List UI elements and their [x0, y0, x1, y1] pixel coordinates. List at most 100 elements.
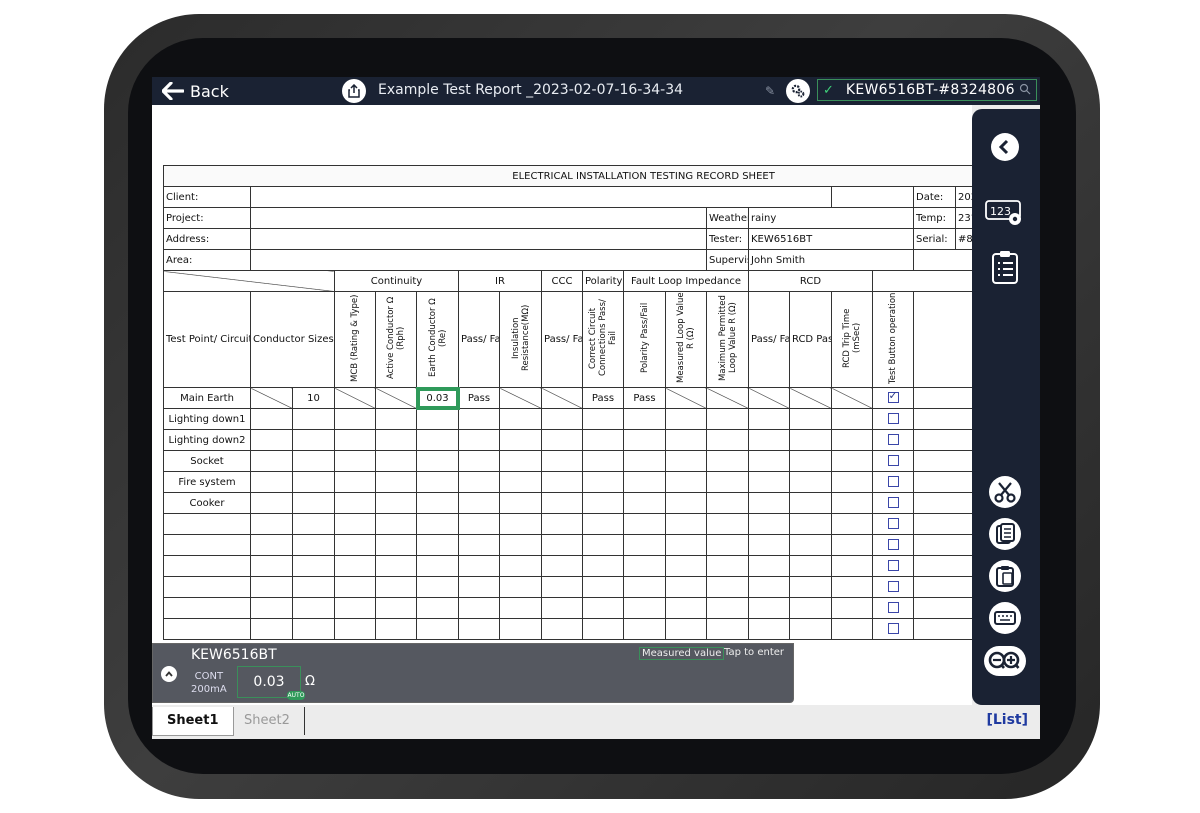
earth-conductor-cell[interactable]	[416, 471, 459, 493]
mcb-cell[interactable]	[334, 471, 376, 493]
earth-size-cell[interactable]	[292, 597, 335, 619]
test-button-checkbox[interactable]	[887, 455, 899, 467]
cont-pass-fail-cell[interactable]	[458, 471, 500, 493]
rcd-trip-time-cell[interactable]	[831, 471, 873, 493]
ccc-cell[interactable]: Pass	[582, 387, 624, 409]
rcd-trip-time-cell[interactable]	[831, 387, 873, 409]
rcd-pass-fail-cell[interactable]	[789, 408, 832, 430]
test-point-cell[interactable]: Fire system	[163, 471, 251, 493]
max-loop-cell[interactable]	[706, 408, 749, 430]
polarity-cell[interactable]	[623, 618, 666, 640]
insulation-cell[interactable]	[499, 513, 542, 535]
earth-size-cell[interactable]	[292, 429, 335, 451]
rcd-trip-time-cell[interactable]	[831, 429, 873, 451]
active-size-cell[interactable]	[250, 387, 293, 409]
test-button-cell[interactable]	[872, 576, 914, 598]
ccc-cell[interactable]	[582, 429, 624, 451]
test-button-cell[interactable]	[872, 555, 914, 577]
earth-size-cell[interactable]	[292, 534, 335, 556]
polarity-cell[interactable]	[623, 555, 666, 577]
measured-loop-cell[interactable]	[665, 387, 707, 409]
test-button-checkbox[interactable]	[887, 518, 899, 530]
loop-pass-fail-cell[interactable]	[748, 408, 790, 430]
test-button-checkbox[interactable]	[887, 497, 899, 509]
paste-button[interactable]	[982, 557, 1028, 595]
measured-loop-cell[interactable]	[665, 471, 707, 493]
edit-pencil-icon[interactable]: ✎	[765, 84, 775, 98]
keyboard-button[interactable]	[982, 599, 1028, 637]
tab-sheet1[interactable]: Sheet1	[152, 707, 234, 736]
active-conductor-cell[interactable]	[375, 597, 417, 619]
tab-sheet2[interactable]: Sheet2	[230, 707, 305, 735]
loop-pass-fail-cell[interactable]	[748, 387, 790, 409]
test-point-cell[interactable]	[163, 534, 251, 556]
list-link[interactable]: [List]	[986, 712, 1028, 728]
device-connection[interactable]: ✓ KEW6516BT-#8324806	[817, 79, 1037, 101]
loop-pass-fail-cell[interactable]	[748, 450, 790, 472]
active-size-cell[interactable]	[250, 429, 293, 451]
active-size-cell[interactable]	[250, 555, 293, 577]
test-button-cell[interactable]	[872, 471, 914, 493]
tap-to-enter-label[interactable]: Tap to enter	[724, 647, 784, 658]
earth-conductor-cell[interactable]	[416, 492, 459, 514]
insulation-cell[interactable]	[499, 534, 542, 556]
active-conductor-cell[interactable]	[375, 471, 417, 493]
meter-panel[interactable]: KEW6516BT CONT 200mA 0.03 Ω AUTO Measure…	[152, 643, 794, 703]
loop-pass-fail-cell[interactable]	[748, 471, 790, 493]
ccc-cell[interactable]	[582, 534, 624, 556]
ccc-cell[interactable]	[582, 597, 624, 619]
active-size-cell[interactable]	[250, 618, 293, 640]
back-button[interactable]: Back	[162, 79, 229, 103]
checklist-button[interactable]	[982, 247, 1028, 287]
mcb-cell[interactable]	[334, 429, 376, 451]
insulation-cell[interactable]	[499, 555, 542, 577]
test-point-cell[interactable]: Main Earth	[163, 387, 251, 409]
active-conductor-cell[interactable]	[375, 492, 417, 514]
rcd-trip-time-cell[interactable]	[831, 513, 873, 535]
rcd-trip-time-cell[interactable]	[831, 408, 873, 430]
empty-info-cell[interactable]	[831, 186, 914, 208]
ir-pass-fail-cell[interactable]	[541, 387, 583, 409]
mcb-cell[interactable]	[334, 597, 376, 619]
cont-pass-fail-cell[interactable]	[458, 534, 500, 556]
insulation-cell[interactable]	[499, 492, 542, 514]
max-loop-cell[interactable]	[706, 576, 749, 598]
loop-pass-fail-cell[interactable]	[748, 492, 790, 514]
search-icon[interactable]	[1019, 83, 1031, 95]
polarity-cell[interactable]	[623, 534, 666, 556]
ir-pass-fail-cell[interactable]	[541, 429, 583, 451]
cont-pass-fail-cell[interactable]	[458, 618, 500, 640]
loop-pass-fail-cell[interactable]	[748, 429, 790, 451]
max-loop-cell[interactable]	[706, 618, 749, 640]
loop-pass-fail-cell[interactable]	[748, 597, 790, 619]
rcd-trip-time-cell[interactable]	[831, 450, 873, 472]
test-button-cell[interactable]	[872, 408, 914, 430]
max-loop-cell[interactable]	[706, 471, 749, 493]
loop-pass-fail-cell[interactable]	[748, 534, 790, 556]
active-conductor-cell[interactable]	[375, 618, 417, 640]
rcd-pass-fail-cell[interactable]	[789, 618, 832, 640]
ir-pass-fail-cell[interactable]	[541, 492, 583, 514]
measured-loop-cell[interactable]	[665, 534, 707, 556]
active-conductor-cell[interactable]	[375, 387, 417, 409]
earth-size-cell[interactable]	[292, 618, 335, 640]
earth-conductor-cell[interactable]	[416, 618, 459, 640]
measured-loop-cell[interactable]	[665, 576, 707, 598]
rcd-pass-fail-cell[interactable]	[789, 576, 832, 598]
max-loop-cell[interactable]	[706, 534, 749, 556]
active-conductor-cell[interactable]	[375, 576, 417, 598]
cont-pass-fail-cell[interactable]	[458, 555, 500, 577]
earth-size-cell[interactable]	[292, 576, 335, 598]
active-size-cell[interactable]	[250, 450, 293, 472]
project-value[interactable]	[250, 207, 707, 229]
collapse-toolbar-button[interactable]	[982, 129, 1028, 165]
test-point-cell[interactable]	[163, 597, 251, 619]
weather-value[interactable]: rainy	[748, 207, 914, 229]
client-value[interactable]	[250, 186, 832, 208]
loop-pass-fail-cell[interactable]	[748, 576, 790, 598]
earth-conductor-cell[interactable]	[416, 597, 459, 619]
ir-pass-fail-cell[interactable]	[541, 555, 583, 577]
earth-conductor-cell[interactable]	[416, 534, 459, 556]
test-button-checkbox[interactable]	[887, 413, 899, 425]
insulation-cell[interactable]	[499, 618, 542, 640]
